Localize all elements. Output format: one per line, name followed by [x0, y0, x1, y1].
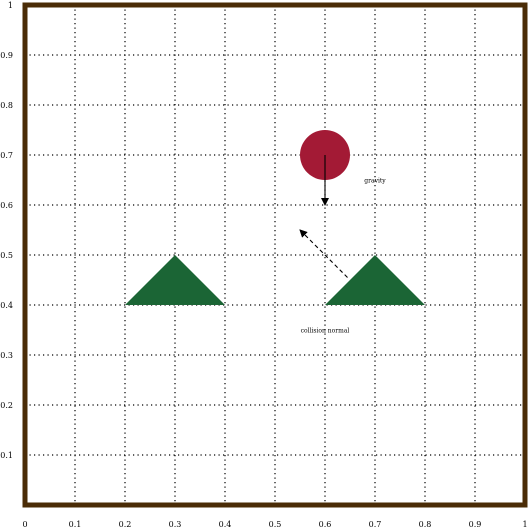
- y-tick-label: 0.2: [0, 401, 13, 410]
- gravity-label: gravity: [364, 178, 386, 185]
- x-tick-label: 0.4: [219, 520, 232, 529]
- y-tick-label: 0.4: [0, 301, 13, 310]
- x-tick-label: 0: [22, 520, 27, 529]
- y-tick-label: 1: [8, 1, 13, 10]
- x-tick-label: 0.6: [319, 520, 332, 529]
- x-tick-label: 0.3: [169, 520, 182, 529]
- y-tick-label: 0.1: [0, 451, 13, 460]
- plot-frame: [22, 2, 528, 508]
- physics-diagram: gravity collision normal 0 0.1 0.2 0.3 0.4 0.5…: [0, 1, 528, 529]
- y-tick-label: 0.9: [0, 51, 13, 60]
- x-tick-label: 0.9: [469, 520, 482, 529]
- x-tick-label: 0.2: [119, 520, 132, 529]
- y-tick-label: 0.7: [0, 151, 13, 160]
- tick-labels: 0 0.1 0.2 0.3 0.4 0.5 0.6 0.7 0.8 0.9 1 0.1 0.2 0.3 0.…: [0, 1, 527, 529]
- x-tick-label: 0.1: [69, 520, 82, 529]
- grid: [25, 5, 525, 505]
- y-tick-label: 0.5: [0, 251, 13, 260]
- y-tick-label: 0.3: [0, 351, 13, 360]
- y-tick-label: 0.6: [0, 201, 13, 210]
- collision-normal-label: collision normal: [301, 328, 350, 335]
- labels: gravity collision normal: [301, 178, 387, 335]
- collision-normal-arrow: [299, 229, 348, 278]
- x-tick-label: 0.7: [369, 520, 382, 529]
- triangle-left: [125, 255, 225, 305]
- y-tick-label: 0.8: [0, 101, 13, 110]
- x-tick-label: 0.8: [419, 520, 432, 529]
- x-tick-label: 0.5: [269, 520, 282, 529]
- triangle-right: [325, 255, 425, 305]
- x-tick-label: 1: [522, 520, 527, 529]
